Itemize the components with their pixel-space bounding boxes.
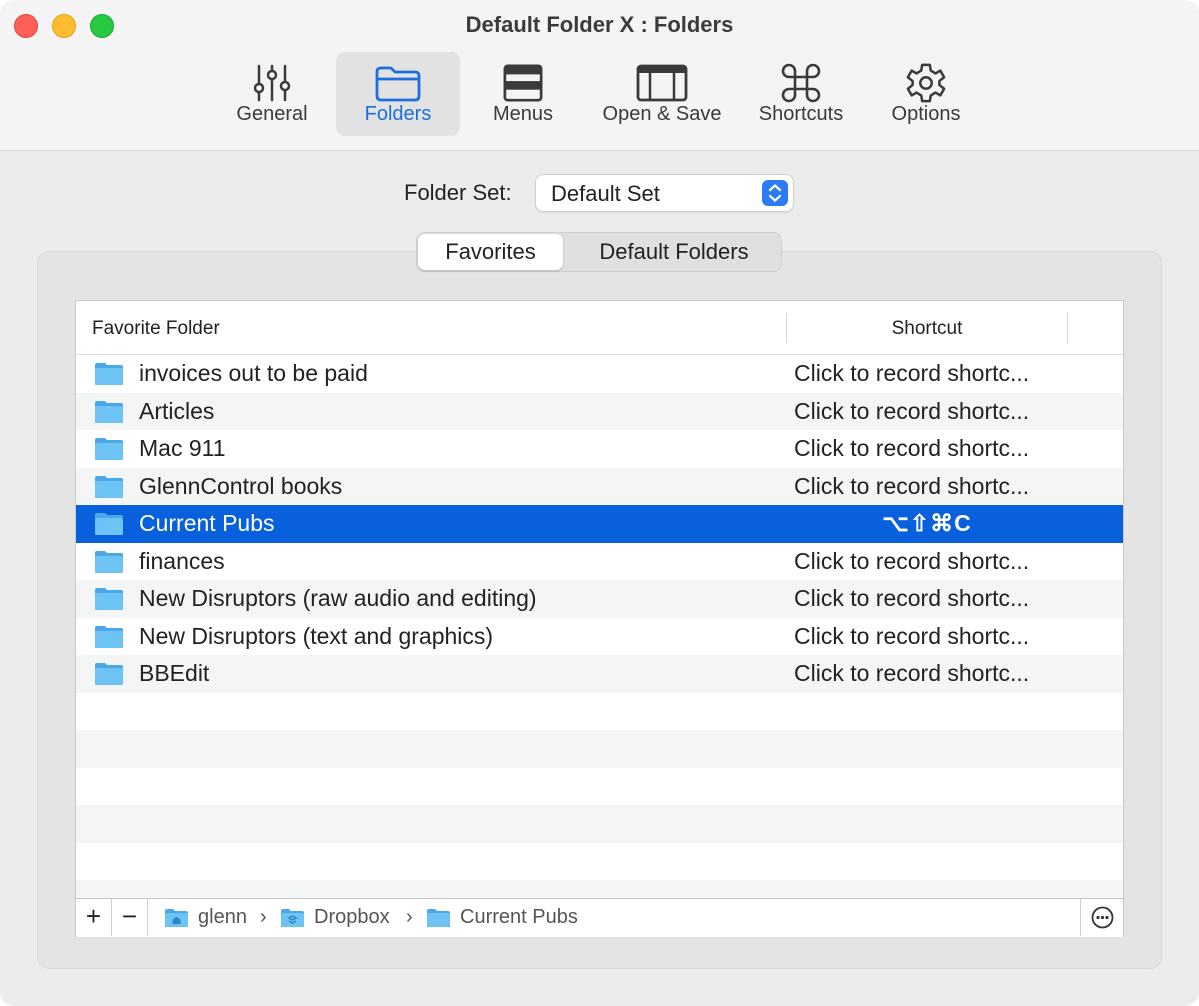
folder-icon — [95, 588, 123, 610]
folder-name: Current Pubs — [139, 510, 275, 536]
shortcut-recorder[interactable]: Click to record shortc... — [794, 585, 1029, 612]
folder-icon — [95, 663, 123, 685]
toolbar-shortcuts-tab[interactable]: Shortcuts — [746, 52, 856, 136]
toolbar-open-save-label: Open & Save — [602, 103, 722, 125]
folder-icon — [95, 513, 123, 535]
folder-name: BBEdit — [139, 660, 210, 686]
sliders-icon — [253, 64, 291, 102]
toolbar-options-tab[interactable]: Options — [876, 52, 976, 136]
shortcut-column-header[interactable]: Shortcut — [787, 318, 1067, 340]
folder-name: invoices out to be paid — [139, 360, 368, 386]
popup-stepper-icon — [762, 180, 788, 206]
folder-name: finances — [139, 547, 225, 574]
empty-row — [76, 842, 1123, 880]
toolbar-shortcuts-label: Shortcuts — [758, 103, 844, 125]
folder-icon — [95, 363, 123, 385]
toolbar-folders-tab[interactable]: Folders — [336, 52, 460, 136]
default-folders-segment[interactable]: Default Folders — [567, 234, 781, 270]
folder-icon — [95, 400, 123, 423]
favorite-folder-column-header[interactable]: Favorite Folder — [92, 318, 220, 340]
empty-row — [76, 880, 1123, 899]
folder-set-label: Folder Set: — [404, 180, 512, 205]
toolbar-folders-label: Folders — [364, 103, 432, 125]
table-row[interactable]: New Disruptors (raw audio and editing) C… — [76, 580, 1123, 618]
command-icon — [781, 63, 821, 103]
table-row-selected[interactable]: Current Pubs ⌥⇧⌘C — [76, 505, 1123, 543]
favorites-segmented-control: Favorites Default Folders — [416, 232, 782, 272]
folder-name: New Disruptors (text and graphics) — [139, 622, 494, 649]
home-folder-icon — [165, 909, 188, 927]
shortcut-recorder[interactable]: Click to record shortc... — [794, 435, 1029, 462]
folder-icon — [95, 475, 123, 498]
table-header: Favorite Folder Shortcut — [76, 301, 1123, 355]
shortcut-recorder[interactable]: ⌥⇧⌘C — [787, 510, 1067, 537]
path-separator: › — [406, 906, 413, 928]
column-divider[interactable] — [1067, 313, 1068, 343]
toolbar-options-label: Options — [891, 103, 961, 125]
empty-row — [76, 730, 1123, 768]
gear-icon — [906, 63, 946, 103]
table-row[interactable]: New Disruptors (text and graphics) Click… — [76, 617, 1123, 655]
favorites-segment[interactable]: Favorites — [418, 234, 563, 270]
folder-icon — [375, 66, 421, 102]
table-row[interactable]: finances Click to record shortc... — [76, 542, 1123, 580]
table-row[interactable]: invoices out to be paid Click to record … — [76, 355, 1123, 393]
ellipsis-circle-icon — [1091, 906, 1114, 929]
more-options-button[interactable] — [1080, 899, 1123, 936]
preferences-window: Default Folder X : Folders General Folde… — [0, 0, 1199, 1006]
empty-row — [76, 805, 1123, 843]
table-row[interactable]: Articles Click to record shortc... — [76, 392, 1123, 430]
folder-name: New Disruptors (raw audio and editing) — [139, 585, 537, 611]
folder-set-value: Default Set — [551, 181, 660, 206]
folder-name: GlennControl books — [139, 472, 343, 499]
shortcut-recorder[interactable]: Click to record shortc... — [794, 398, 1029, 425]
shortcut-recorder[interactable]: Click to record shortc... — [794, 548, 1029, 575]
toolbar-menus-tab[interactable]: Menus — [478, 52, 568, 136]
table-body: invoices out to be paid Click to record … — [76, 355, 1123, 899]
window-icon — [636, 64, 688, 102]
toolbar-general-label: General — [236, 103, 308, 125]
folder-icon — [95, 550, 123, 573]
path-item-glenn[interactable]: glenn — [198, 906, 247, 929]
path-item-dropbox[interactable]: Dropbox — [314, 906, 390, 929]
toolbar-open-save-tab[interactable]: Open & Save — [592, 52, 732, 136]
window-title: Default Folder X : Folders — [465, 12, 734, 37]
empty-row — [76, 692, 1123, 730]
table-row[interactable]: BBEdit Click to record shortc... — [76, 655, 1123, 693]
folder-set-popup[interactable]: Default Set — [535, 174, 794, 212]
folder-icon — [427, 909, 450, 927]
path-separator: › — [260, 906, 267, 928]
empty-row — [76, 767, 1123, 805]
remove-favorite-button[interactable]: − — [112, 899, 148, 936]
toolbar-general-tab[interactable]: General — [222, 52, 322, 136]
titlebar: Default Folder X : Folders General Folde… — [0, 0, 1199, 151]
toolbar-menus-label: Menus — [492, 103, 554, 125]
favorites-table: Favorite Folder Shortcut invoices out to… — [75, 300, 1124, 937]
folder-name: Mac 911 — [139, 435, 226, 461]
table-row[interactable]: Mac 911 Click to record shortc... — [76, 430, 1123, 468]
menu-icon — [503, 64, 543, 102]
shortcut-recorder[interactable]: Click to record shortc... — [794, 660, 1029, 687]
dropbox-folder-icon — [281, 909, 304, 927]
shortcut-recorder[interactable]: Click to record shortc... — [794, 473, 1029, 500]
folder-set-row: Folder Set: Default Set — [0, 174, 1199, 214]
folder-name: Articles — [139, 397, 215, 424]
table-row[interactable]: GlennControl books Click to record short… — [76, 467, 1123, 505]
shortcut-recorder[interactable]: Click to record shortc... — [794, 623, 1029, 650]
path-item-current-pubs[interactable]: Current Pubs — [460, 906, 578, 929]
folder-icon — [95, 438, 123, 460]
add-favorite-button[interactable]: + — [76, 899, 112, 936]
shortcut-recorder[interactable]: Click to record shortc... — [794, 360, 1029, 387]
folder-icon — [95, 625, 123, 648]
table-footer-bar: + − glenn › Dropbox › Current Pubs — [76, 898, 1123, 937]
